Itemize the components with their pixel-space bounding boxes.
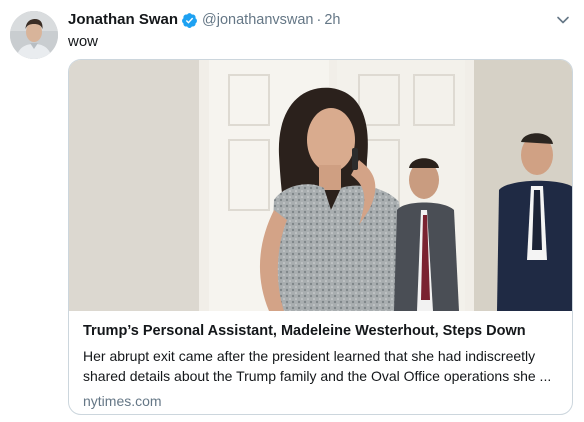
tweet-header: Jonathan Swan @jonathanvswan · 2h xyxy=(68,10,544,30)
verified-badge-icon xyxy=(181,12,198,29)
chevron-down-icon[interactable] xyxy=(556,13,570,27)
card-description: Her abrupt exit came after the president… xyxy=(83,348,552,384)
card-title[interactable]: Trump’s Personal Assistant, Madeleine We… xyxy=(83,321,560,341)
card-image[interactable] xyxy=(69,60,572,311)
avatar[interactable] xyxy=(10,11,58,59)
card-domain: nytimes.com xyxy=(83,393,162,409)
display-name[interactable]: Jonathan Swan xyxy=(68,10,178,30)
separator-dot: · xyxy=(316,12,322,28)
tweet-text: wow xyxy=(68,33,99,50)
author-handle[interactable]: @jonathanvswan xyxy=(202,10,313,30)
card-body[interactable]: Trump’s Personal Assistant, Madeleine We… xyxy=(83,321,560,411)
tweet[interactable]: Jonathan Swan @jonathanvswan · 2h wow Tr… xyxy=(0,0,584,422)
timestamp[interactable]: 2h xyxy=(324,10,340,30)
avatar-photo xyxy=(10,11,58,59)
link-card[interactable]: Trump’s Personal Assistant, Madeleine We… xyxy=(68,59,573,415)
